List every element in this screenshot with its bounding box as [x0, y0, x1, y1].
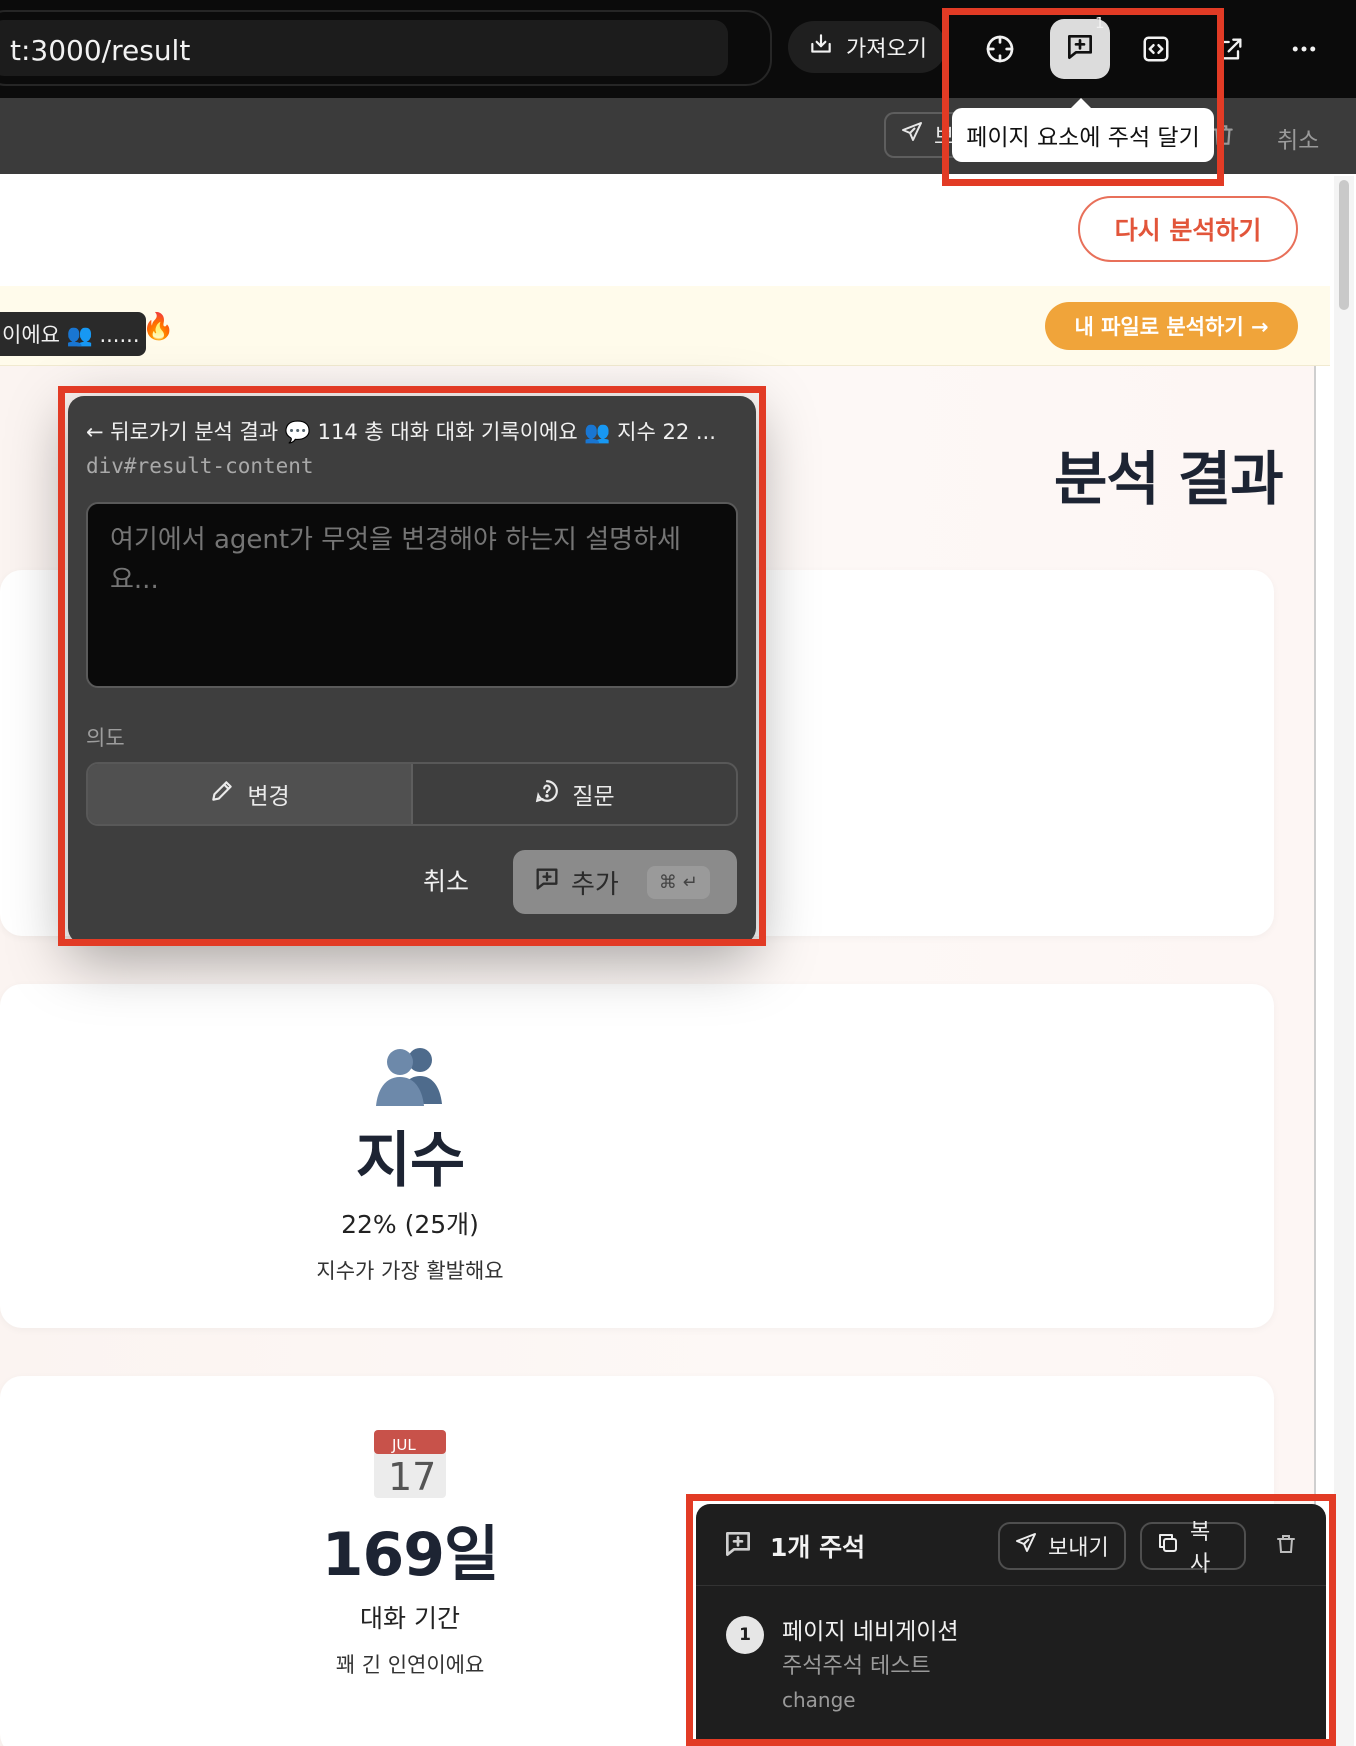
stat-value: 22% (25개): [341, 1210, 479, 1239]
reanalyze-button[interactable]: 다시 분석하기: [1078, 196, 1298, 262]
annotation-count-badge: 1: [1095, 14, 1105, 32]
message-plus-icon: [1064, 31, 1096, 67]
import-label: 가져오기: [846, 37, 927, 62]
people-icon: [260, 1044, 560, 1106]
element-selector: div#result-content: [86, 454, 314, 478]
stat-card: 지수 22% (25개) 지수가 가장 활발해요: [0, 984, 1274, 1328]
import-button[interactable]: 가져오기: [788, 21, 946, 73]
copy-icon: [1156, 1531, 1180, 1561]
send-label: 보내기: [1048, 1536, 1109, 1561]
annotation-number: 1: [726, 1616, 764, 1654]
stat-description: 꽤 긴 인연이에요: [335, 1653, 485, 1677]
copy-annotations-button[interactable]: 복사: [1140, 1520, 1246, 1577]
page-title: 분석 결과: [1054, 445, 1284, 513]
calendar-month: JUL: [391, 1436, 416, 1454]
external-link-icon[interactable]: [1201, 19, 1261, 79]
browser-top-bar: t:3000/result 가져오기 1: [0, 0, 1356, 98]
annotations-title: 1개 주석: [770, 1533, 866, 1562]
stat-duration: JUL 17 169일 대화 기간 꽤 긴 인연이에요: [260, 1426, 560, 1679]
intent-toggle: 변경 질문: [86, 762, 738, 826]
calendar-day: 17: [388, 1455, 436, 1499]
annotation-popup: ← 뒤로가기 분석 결과 💬 114 총 대화 대화 기록이에요 👥 지수 22…: [68, 396, 756, 944]
annotation-textarea[interactable]: [86, 502, 738, 688]
annotation-text: 주석주석 테스트: [782, 1654, 931, 1679]
intent-change-label: 변경: [247, 784, 290, 810]
trash-icon[interactable]: [1274, 1530, 1298, 1562]
url-bar[interactable]: t:3000/result: [0, 10, 772, 86]
intent-change-button[interactable]: 변경: [88, 764, 413, 824]
stat-title: 169일: [321, 1520, 499, 1590]
scrollbar-track[interactable]: [1334, 176, 1354, 1746]
annotations-panel: 1개 주석 보내기 복사 1 페이지 네비게이션 주석주석 테스트 change: [696, 1504, 1326, 1746]
pencil-icon: [209, 778, 235, 810]
code-icon[interactable]: [1126, 19, 1186, 79]
annotate-tooltip: 페이지 요소에 주석 달기: [952, 98, 1214, 162]
url-field[interactable]: t:3000/result: [0, 20, 728, 76]
intent-question-label: 질문: [572, 784, 615, 810]
banner-tooltip: 이에요 👥 ......: [0, 312, 146, 356]
stat-top-speaker: 지수 22% (25개) 지수가 가장 활발해요: [260, 1044, 560, 1285]
annotation-title: 페이지 네비게이션: [782, 1619, 959, 1645]
fire-emoji: 🔥: [142, 312, 175, 342]
crosshair-icon[interactable]: [970, 19, 1030, 79]
send-icon: [1014, 1531, 1038, 1561]
more-options-icon[interactable]: [1274, 19, 1334, 79]
annotation-intent-tag: change: [782, 1688, 856, 1712]
url-text: t:3000/result: [10, 34, 191, 67]
send-annotations-button[interactable]: 보내기: [998, 1522, 1126, 1570]
scrollbar-thumb[interactable]: [1339, 180, 1349, 310]
copy-label: 복사: [1190, 1520, 1211, 1577]
message-plus-icon: [722, 1528, 754, 1564]
annotations-header: 1개 주석 보내기 복사: [696, 1504, 1326, 1586]
calendar-icon: JUL 17: [260, 1426, 560, 1500]
stat-description: 지수가 가장 활발해요: [316, 1259, 504, 1283]
add-annotation-button[interactable]: 추가 ⌘ ↵: [513, 850, 737, 914]
add-label: 추가: [571, 869, 619, 900]
keyboard-shortcut: ⌘ ↵: [646, 865, 710, 899]
toolbar-cancel-button[interactable]: 취소: [1277, 121, 1319, 155]
element-breadcrumb: ← 뒤로가기 분석 결과 💬 114 총 대화 대화 기록이에요 👥 지수 22…: [86, 420, 716, 444]
stat-value: 대화 기간: [360, 1604, 460, 1633]
popup-cancel-button[interactable]: 취소: [423, 862, 469, 898]
send-icon: [900, 120, 924, 150]
message-plus-icon: [533, 865, 561, 900]
intent-label: 의도: [86, 726, 125, 750]
stat-title: 지수: [355, 1126, 465, 1196]
download-icon: [808, 31, 834, 63]
analyze-my-file-button[interactable]: 내 파일로 분석하기 →: [1045, 302, 1298, 350]
question-bubble-icon: [534, 778, 560, 810]
intent-question-button[interactable]: 질문: [413, 764, 736, 824]
